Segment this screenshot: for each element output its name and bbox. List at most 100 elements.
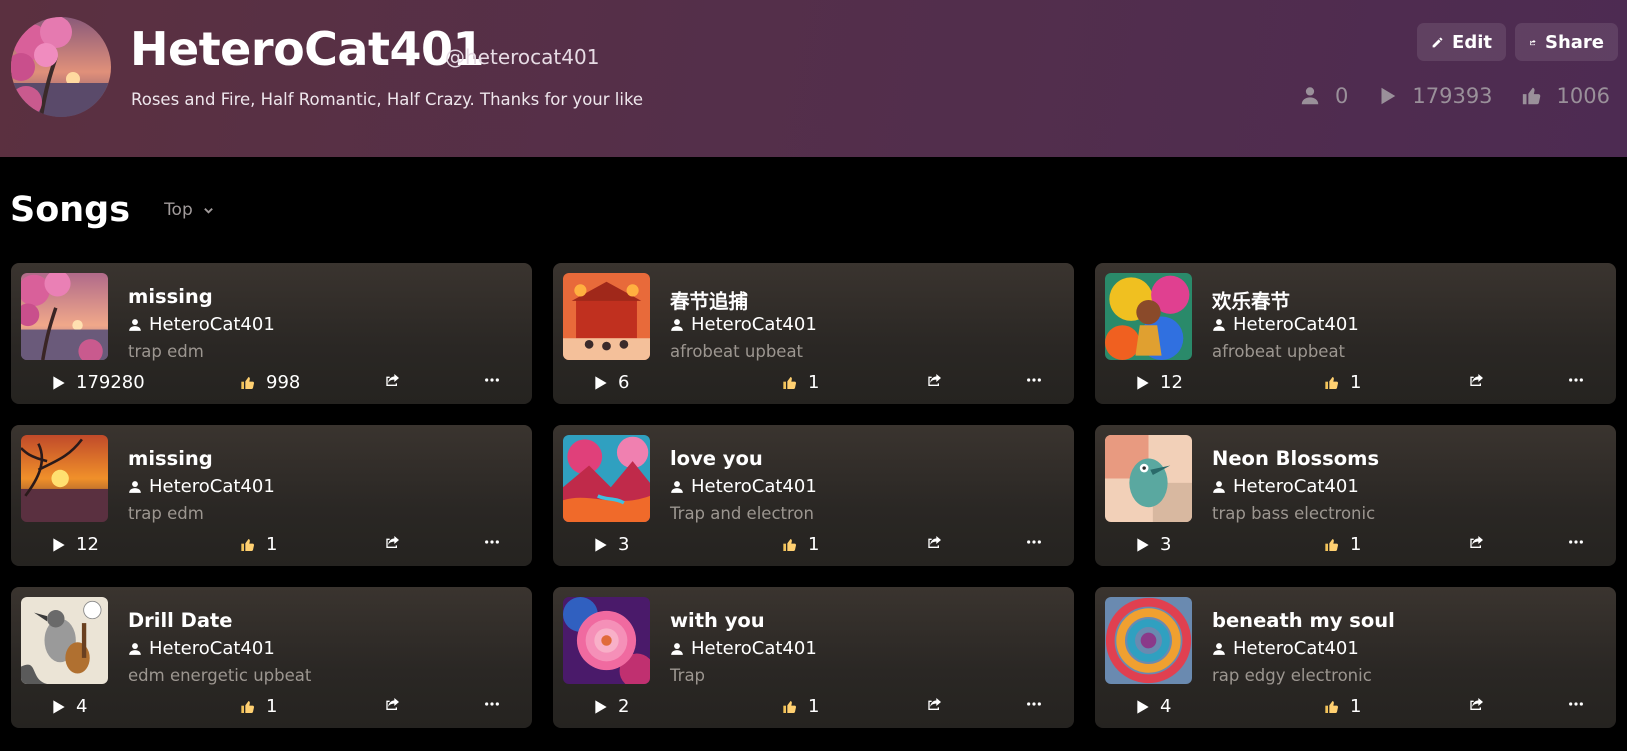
thumbs-up-icon [241, 376, 255, 389]
pink-rose-cover-art[interactable] [563, 597, 650, 684]
song-title[interactable]: missing [128, 447, 213, 470]
song-title[interactable]: love you [670, 447, 763, 470]
share-song-button[interactable] [927, 534, 943, 550]
edit-button[interactable]: Edit [1417, 23, 1506, 61]
song-artist-name: HeteroCat401 [691, 638, 817, 659]
song-card[interactable]: with you HeteroCat401 Trap 2 1 [553, 587, 1074, 728]
pink-tree-sunset-cover-art[interactable] [21, 273, 108, 360]
teal-bird-cover-art[interactable] [1105, 435, 1192, 522]
person-icon [671, 480, 683, 493]
play-button[interactable]: 6 [592, 372, 629, 393]
play-icon [53, 537, 65, 552]
like-button[interactable]: 1 [1324, 696, 1361, 717]
song-artist[interactable]: HeteroCat401 [1212, 638, 1359, 659]
more-options-button[interactable] [1568, 696, 1584, 712]
like-button[interactable]: 998 [240, 372, 300, 393]
song-title[interactable]: Drill Date [128, 609, 233, 632]
more-options-button[interactable] [484, 372, 500, 388]
color-swirl-cover-art[interactable] [1105, 597, 1192, 684]
more-options-button[interactable] [1568, 372, 1584, 388]
more-horizontal-icon [1569, 702, 1583, 706]
play-icon [595, 699, 607, 714]
song-artist[interactable]: HeteroCat401 [670, 314, 817, 335]
thumbs-up-icon [783, 376, 797, 389]
song-plays: 6 [618, 372, 630, 393]
song-artist[interactable]: HeteroCat401 [1212, 476, 1359, 497]
avatar[interactable] [11, 17, 111, 117]
song-title[interactable]: Neon Blossoms [1212, 447, 1379, 470]
song-card[interactable]: beneath my soul HeteroCat401 rap edgy el… [1095, 587, 1616, 728]
play-button[interactable]: 3 [1134, 534, 1171, 555]
sort-dropdown[interactable]: Top [164, 200, 214, 220]
person-icon [1301, 87, 1319, 105]
play-icon [595, 375, 607, 390]
play-button[interactable]: 179280 [50, 372, 145, 393]
song-artist-name: HeteroCat401 [691, 314, 817, 335]
more-options-button[interactable] [1026, 372, 1042, 388]
play-button[interactable]: 12 [1134, 372, 1183, 393]
thumbs-up-icon [783, 538, 797, 551]
more-options-button[interactable] [1568, 534, 1584, 550]
song-title[interactable]: 欢乐春节 [1212, 285, 1290, 314]
person-icon [129, 642, 141, 655]
song-artist[interactable]: HeteroCat401 [670, 638, 817, 659]
chevron-down-icon [203, 207, 213, 214]
song-title[interactable]: missing [128, 285, 213, 308]
share-song-button[interactable] [1469, 696, 1485, 712]
play-button[interactable]: 3 [592, 534, 629, 555]
share-song-button[interactable] [385, 534, 401, 550]
like-button[interactable]: 1 [1324, 534, 1361, 555]
like-button[interactable]: 1 [782, 372, 819, 393]
more-options-button[interactable] [1026, 696, 1042, 712]
more-options-button[interactable] [484, 696, 500, 712]
song-artist[interactable]: HeteroCat401 [128, 638, 275, 659]
like-button[interactable]: 1 [782, 534, 819, 555]
song-artist[interactable]: HeteroCat401 [128, 314, 275, 335]
fantasy-landscape-cover-art[interactable] [563, 435, 650, 522]
song-card[interactable]: Drill Date HeteroCat401 edm energetic up… [11, 587, 532, 728]
like-button[interactable]: 1 [240, 696, 277, 717]
like-button[interactable]: 1 [1324, 372, 1361, 393]
share-song-button[interactable] [1469, 372, 1485, 388]
song-artist[interactable]: HeteroCat401 [670, 476, 817, 497]
song-artist[interactable]: HeteroCat401 [128, 476, 275, 497]
more-options-button[interactable] [484, 534, 500, 550]
like-button[interactable]: 1 [782, 696, 819, 717]
song-likes: 1 [1350, 696, 1362, 717]
share-button[interactable]: Share [1515, 23, 1618, 61]
colorful-dancer-cover-art[interactable] [1105, 273, 1192, 360]
more-horizontal-icon [1569, 378, 1583, 382]
like-button[interactable]: 1 [240, 534, 277, 555]
song-card[interactable]: Neon Blossoms HeteroCat401 trap bass ele… [1095, 425, 1616, 566]
song-card[interactable]: missing HeteroCat401 trap edm 12 1 [11, 425, 532, 566]
song-artist-name: HeteroCat401 [149, 476, 275, 497]
song-likes: 1 [808, 372, 820, 393]
share-song-button[interactable] [927, 696, 943, 712]
song-artist[interactable]: HeteroCat401 [1212, 314, 1359, 335]
thumbs-up-icon [1522, 87, 1540, 105]
song-title[interactable]: beneath my soul [1212, 609, 1395, 632]
red-festival-cover-art[interactable] [563, 273, 650, 360]
share-song-button[interactable] [1469, 534, 1485, 550]
share-song-button[interactable] [385, 372, 401, 388]
play-button[interactable]: 4 [50, 696, 87, 717]
play-button[interactable]: 2 [592, 696, 629, 717]
song-title[interactable]: 春节追捕 [670, 285, 748, 314]
play-button[interactable]: 4 [1134, 696, 1171, 717]
bird-guitar-sketch-cover-art[interactable] [21, 597, 108, 684]
song-card[interactable]: missing HeteroCat401 trap edm 179280 998 [11, 263, 532, 404]
song-card[interactable]: 欢乐春节 HeteroCat401 afrobeat upbeat 12 1 [1095, 263, 1616, 404]
play-icon [53, 375, 65, 390]
song-card[interactable]: 春节追捕 HeteroCat401 afrobeat upbeat 6 1 [553, 263, 1074, 404]
play-button[interactable]: 12 [50, 534, 99, 555]
share-song-button[interactable] [927, 372, 943, 388]
more-options-button[interactable] [1026, 534, 1042, 550]
song-genre: trap edm [128, 342, 204, 361]
songs-header: Songs Top [10, 190, 214, 230]
share-song-button[interactable] [385, 696, 401, 712]
song-plays: 3 [618, 534, 630, 555]
song-plays: 4 [76, 696, 88, 717]
sunset-tree-cover-art[interactable] [21, 435, 108, 522]
song-card[interactable]: love you HeteroCat401 Trap and electron … [553, 425, 1074, 566]
song-title[interactable]: with you [670, 609, 765, 632]
